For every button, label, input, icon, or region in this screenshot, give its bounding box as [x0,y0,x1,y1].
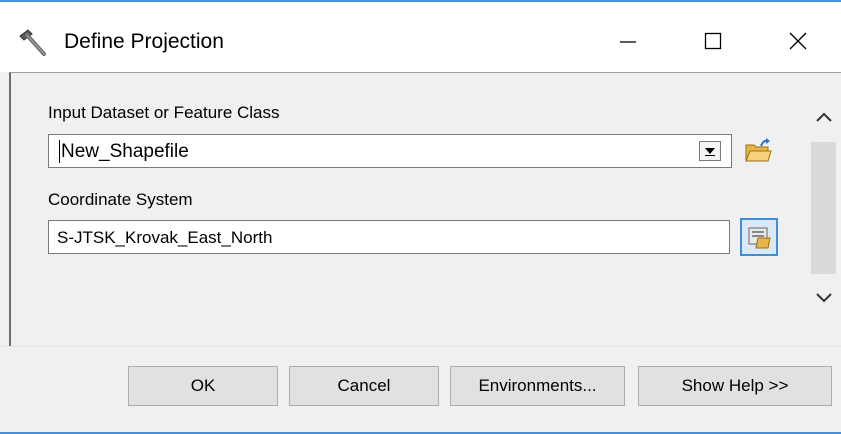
hammer-icon [14,26,48,60]
spatial-reference-icon [748,227,771,249]
cancel-button[interactable]: Cancel [289,366,439,406]
text-caret [59,140,60,163]
chevron-down-icon [816,293,832,303]
minimize-button[interactable] [600,16,656,66]
input-dataset-combobox[interactable]: New_Shapefile [48,134,732,168]
show-help-button[interactable]: Show Help >> [638,366,832,406]
input-dataset-label: Input Dataset or Feature Class [48,103,280,122]
define-projection-dialog: Define Projection Input Dataset or Featu… [0,0,841,434]
maximize-icon [704,32,722,50]
browse-dataset-button[interactable] [740,134,776,168]
chevron-down-icon [705,148,715,156]
input-dataset-value: New_Shapefile [61,141,189,162]
open-folder-icon [745,138,772,162]
scrollbar-track[interactable] [811,142,836,274]
coordinate-system-field[interactable]: S-JTSK_Krovak_East_North [48,220,730,254]
title-bar[interactable]: Define Projection [0,2,841,72]
scroll-up-button[interactable] [812,105,836,129]
window-title: Define Projection [64,30,224,53]
environments-button[interactable]: Environments... [450,366,625,406]
coordinate-system-value: S-JTSK_Krovak_East_North [57,228,273,247]
close-button[interactable] [770,16,826,66]
scroll-down-button[interactable] [812,286,836,310]
chevron-up-icon [816,112,832,122]
dropdown-button[interactable] [699,141,721,161]
coordinate-system-label: Coordinate System [48,190,193,209]
maximize-button[interactable] [685,16,741,66]
spatial-reference-properties-button[interactable] [740,218,778,256]
ok-button[interactable]: OK [128,366,278,406]
minimize-icon [620,41,636,43]
footer-divider [0,346,841,347]
close-icon [789,32,807,50]
